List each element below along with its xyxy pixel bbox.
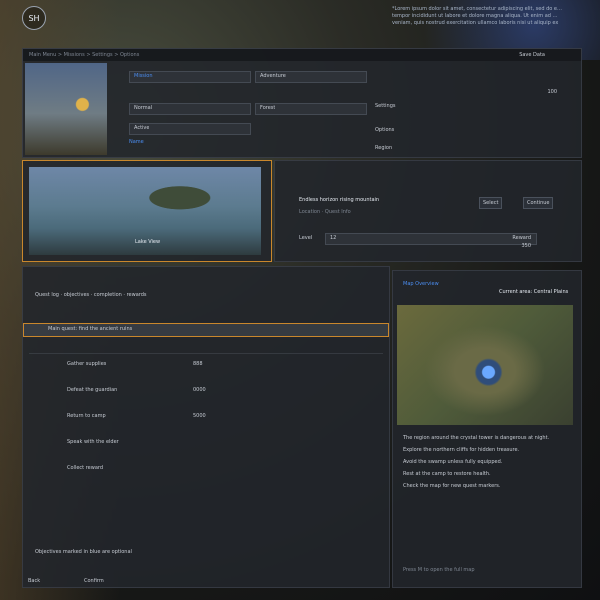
side-description: The region around the crystal tower is d… (403, 435, 550, 441)
list-footer: Objectives marked in blue are optional (35, 549, 132, 555)
selected-quest-row[interactable]: Main quest: find the ancient ruins (23, 323, 389, 337)
field-region[interactable]: Forest (255, 103, 367, 115)
details-title: Endless horizon rising mountain (299, 197, 380, 203)
list-item[interactable]: Speak with the elder (23, 437, 389, 449)
side-label-settings[interactable]: Settings (375, 103, 396, 110)
confirm-button[interactable]: Confirm (84, 578, 104, 585)
field-label: Name (129, 139, 144, 145)
stat-bar: 12 (325, 233, 537, 245)
map-image[interactable] (397, 305, 573, 425)
details-subtitle: Location · Quest Info (299, 209, 351, 215)
map-side-panel: Map Overview Current area: Central Plain… (392, 270, 582, 588)
field-type[interactable]: Adventure (255, 71, 367, 83)
side-bullet: Check the map for new quest markers. (403, 483, 501, 489)
header-panel: Main Menu > Missions > Settings > Option… (22, 48, 582, 158)
stat-label: Reward (512, 235, 531, 241)
list-item[interactable]: Collect reward (23, 463, 389, 475)
side-footer: Press M to open the full map (403, 567, 475, 573)
side-bullet: Rest at the camp to restore health. (403, 471, 491, 477)
details-panel: Endless horizon rising mountain Location… (274, 160, 582, 262)
continue-button[interactable]: Continue (523, 197, 554, 209)
field-status[interactable]: Active (129, 123, 251, 135)
field-name[interactable]: Mission (129, 71, 251, 83)
list-item[interactable]: Defeat the guardian 0000 (23, 385, 389, 397)
list-item[interactable]: Return to camp 5000 (23, 411, 389, 423)
game-logo: SH (22, 6, 46, 30)
top-note-line: veniam, quis nostrud exercitation ullamc… (392, 20, 559, 26)
side-label-options[interactable]: Options (375, 127, 394, 134)
top-right-value: 100 (547, 89, 557, 95)
list-header: Quest log · objectives · completion · re… (35, 292, 147, 298)
top-note-line: tempor incididunt ut labore et dolore ma… (392, 13, 562, 19)
side-title: Map Overview (403, 281, 439, 287)
header-bar: Main Menu > Missions > Settings > Option… (23, 49, 581, 61)
back-button[interactable]: Back (28, 578, 40, 585)
preview-caption: Lake View (135, 239, 161, 245)
side-subtitle: Current area: Central Plains (499, 289, 569, 295)
top-note-line: *Lorem ipsum dolor sit amet, consectetur… (392, 6, 562, 12)
stat-label: Level (299, 235, 313, 241)
field-difficulty[interactable]: Normal (129, 103, 251, 115)
quest-list-panel: Quest log · objectives · completion · re… (22, 266, 390, 588)
save-data-label[interactable]: Save Data (519, 52, 545, 59)
stat-value: 350 (521, 243, 531, 249)
side-bullet: Avoid the swamp unless fully equipped. (403, 459, 503, 465)
side-bullet: Explore the northern cliffs for hidden t… (403, 447, 520, 453)
top-notes: *Lorem ipsum dolor sit amet, consectetur… (392, 6, 562, 27)
divider (29, 353, 383, 354)
scene-thumbnail (25, 63, 107, 155)
preview-panel[interactable]: Lake View (22, 160, 272, 262)
breadcrumb: Main Menu > Missions > Settings > Option… (29, 52, 140, 58)
side-label-region[interactable]: Region (375, 145, 392, 152)
list-item[interactable]: Gather supplies 888 (23, 359, 389, 371)
select-button[interactable]: Select (479, 197, 503, 209)
